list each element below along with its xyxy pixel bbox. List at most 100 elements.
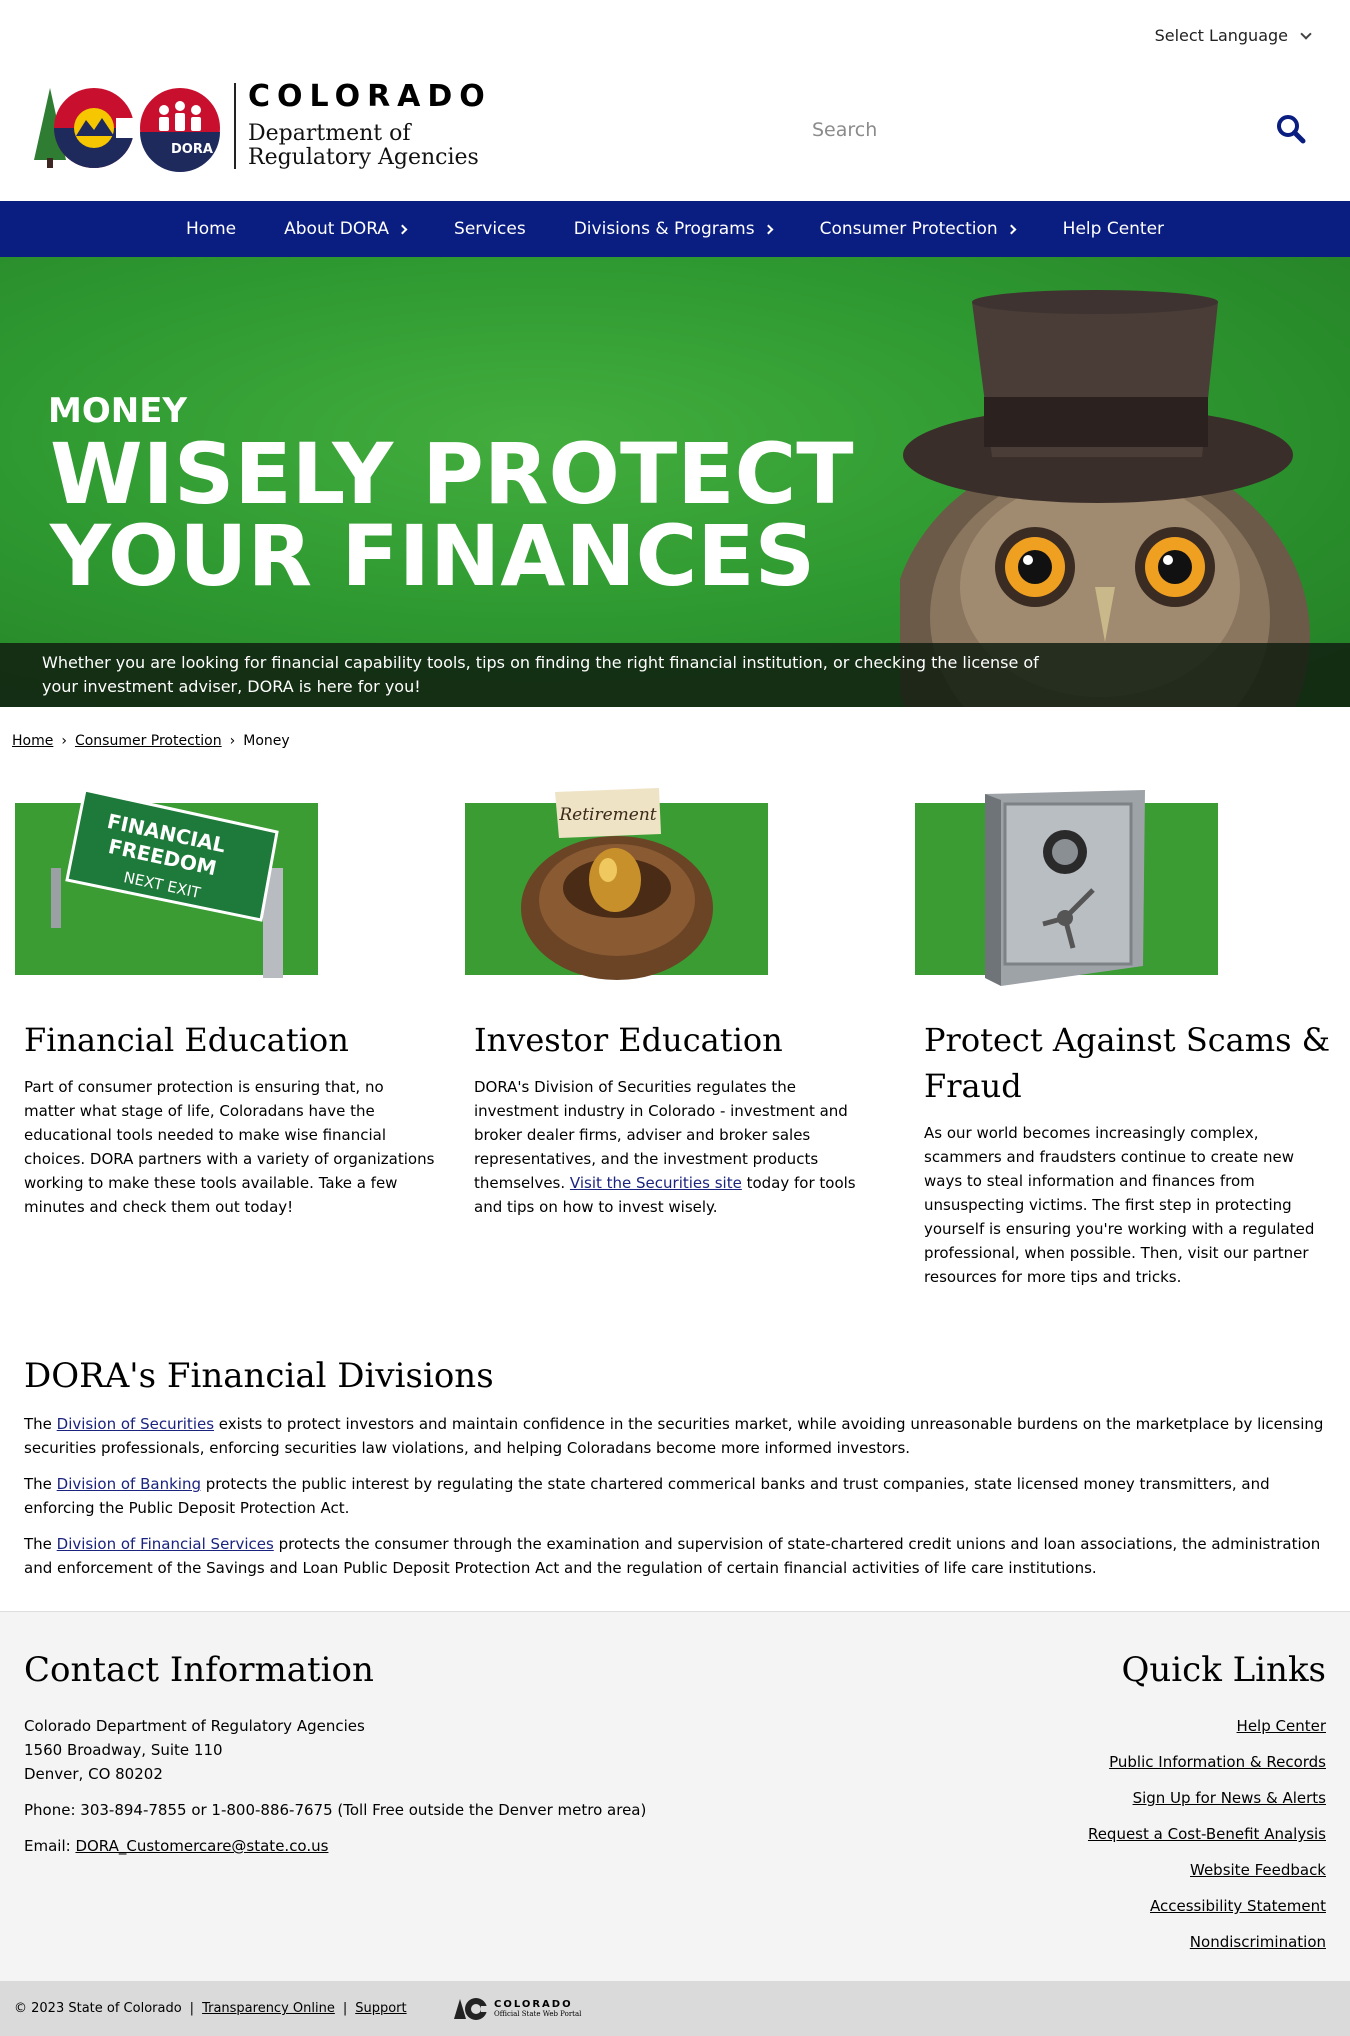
footer: Contact Information Colorado Department … [0,1611,1350,1981]
financial-freedom-sign-image: FINANCIAL FREEDOM NEXT EXIT [15,788,318,978]
division-paragraph: The Division of Financial Services prote… [24,1532,1324,1580]
contact-heading: Contact Information [24,1650,374,1690]
contact-phone: Phone: 303-894-7855 or 1-800-886-7675 (T… [24,1801,647,1819]
division-paragraph: The Division of Banking protects the pub… [24,1472,1324,1520]
search-input[interactable] [804,119,1264,141]
language-selector[interactable]: Select Language [1154,26,1312,45]
contact-street: 1560 Broadway, Suite 110 [24,1741,223,1759]
card-body: As our world becomes increasingly comple… [924,1124,1315,1286]
card-title: Protect Against Scams & Fraud [924,1021,1331,1105]
language-selector-label: Select Language [1154,26,1288,45]
card-title: Financial Education [24,1021,349,1059]
nav-item-services[interactable]: Services [430,201,550,257]
division-of-securities-link[interactable]: Division of Securities [57,1415,214,1433]
financial-divisions-section: DORA's Financial Divisions The Division … [24,1352,1324,1580]
quick-links-heading: Quick Links [1121,1650,1327,1690]
hero-title-line2: YOUR FINANCES [50,507,816,605]
nav-item-label: Divisions & Programs [573,219,755,239]
nondiscrimination-link[interactable]: Nondiscrimination [1190,1933,1326,1951]
email-label: Email: [24,1837,76,1855]
card-body: Part of consumer protection is ensuring … [24,1078,435,1216]
breadcrumb-consumer-protection-link[interactable]: Consumer Protection [75,733,222,749]
chevron-right-icon [763,224,774,234]
nav-item-divisions-programs[interactable]: Divisions & Programs [550,201,796,257]
contact-information: Contact Information Colorado Department … [24,1646,646,1858]
hero-title-line1: WISELY PROTECT [50,425,854,523]
contact-address: Colorado Department of Regulatory Agenci… [24,1714,646,1786]
nav-item-label: Home [185,219,237,239]
accessibility-statement-link[interactable]: Accessibility Statement [1150,1897,1326,1915]
search-button[interactable] [1276,114,1308,146]
list-item: Website Feedback [1088,1852,1326,1888]
card-body: DORA's Division of Securities regulates … [465,1075,885,1219]
list-item: Request a Cost-Benefit Analysis [1088,1816,1326,1852]
logo-text: COLORADO Department of Regulatory Agenci… [248,82,492,170]
chevron-right-icon [397,224,408,234]
breadcrumb: Home › Consumer Protection › Money [12,733,290,749]
separator: | [189,2001,195,2016]
news-alerts-link[interactable]: Sign Up for News & Alerts [1133,1789,1326,1807]
breadcrumb-home-link[interactable]: Home [12,733,53,749]
portal-line1: COLORADO [494,1999,573,2010]
list-item: Sign Up for News & Alerts [1088,1780,1326,1816]
contact-email-line: Email: DORA_Customercare@state.co.us [24,1834,646,1858]
website-feedback-link[interactable]: Website Feedback [1190,1861,1326,1879]
list-item: Nondiscrimination [1088,1924,1326,1960]
division-paragraph: The Division of Securities exists to pro… [24,1412,1324,1460]
logo-dept-line2: Regulatory Agencies [248,145,479,170]
copyright: © 2023 State of Colorado [14,2001,182,2016]
nav-item-home[interactable]: Home [162,201,260,257]
nav-item-about-dora[interactable]: About DORA [260,201,430,257]
safe-image [915,788,1218,986]
retirement-label: Retirement [558,805,656,825]
card-protect-against-scams: Protect Against Scams & Fraud As our wor… [915,788,1335,1289]
paragraph-text: The [24,1415,57,1433]
division-of-banking-link[interactable]: Division of Banking [57,1475,201,1493]
card-investor-education: Retirement Investor Education DORA's Div… [465,788,885,1219]
division-of-financial-services-link[interactable]: Division of Financial Services [57,1535,274,1553]
contact-city: Denver, CO 80202 [24,1765,163,1783]
separator: | [342,2001,348,2016]
logo-state-name: COLORADO [248,79,492,114]
card-title: Investor Education [474,1021,783,1059]
paragraph-text: The [24,1475,57,1493]
dora-logo[interactable]: DORA COLORADO Department of Regulatory A… [28,80,492,172]
cost-benefit-link[interactable]: Request a Cost-Benefit Analysis [1088,1825,1326,1843]
owl-with-top-hat-image [900,290,1310,707]
paragraph-text: The [24,1535,57,1553]
contact-org: Colorado Department of Regulatory Agenci… [24,1717,365,1735]
list-item: Accessibility Statement [1088,1888,1326,1924]
hero-title: WISELY PROTECT YOUR FINANCES [50,425,854,605]
list-item: Public Information & Records [1088,1744,1326,1780]
nav-item-label: Consumer Protection [819,219,998,239]
paragraph-text: protects the public interest by regulati… [24,1475,1270,1517]
chevron-down-icon [1300,27,1312,40]
list-item: Help Center [1088,1708,1326,1744]
retirement-nest-egg-image: Retirement [465,788,768,980]
logo-divider [234,83,236,169]
chevron-right-icon [1006,224,1017,234]
quick-links-list: Help Center Public Information & Records… [1088,1708,1326,1960]
search-icon [1277,115,1306,144]
paragraph-text: exists to protect investors and maintain… [24,1415,1324,1457]
nav-item-help-center[interactable]: Help Center [1039,201,1188,257]
main-nav: Home About DORA Services Divisions & Pro… [0,201,1350,257]
help-center-link[interactable]: Help Center [1237,1717,1326,1735]
nav-item-consumer-protection[interactable]: Consumer Protection [796,201,1039,257]
breadcrumb-separator: › [61,733,67,749]
transparency-online-link[interactable]: Transparency Online [202,2001,335,2016]
breadcrumb-current: Money [243,733,290,749]
nav-item-label: About DORA [284,219,390,239]
hero-banner: MONEY WISELY PROTECT YOUR FINANCES Wheth… [0,257,1350,707]
nav-item-label: Services [454,219,526,239]
bottom-bar: © 2023 State of Colorado | Transparency … [0,1981,1350,2036]
colorado-portal-logo[interactable]: COLORADO Official State Web Portal [454,1997,581,2021]
contact-email-link[interactable]: DORA_Customercare@state.co.us [75,1837,328,1855]
card-financial-education: FINANCIAL FREEDOM NEXT EXIT Financial Ed… [15,788,435,1219]
breadcrumb-separator: › [229,733,236,749]
nav-item-label: Help Center [1062,219,1165,239]
public-information-link[interactable]: Public Information & Records [1109,1753,1326,1771]
securities-site-link[interactable]: Visit the Securities site [570,1174,742,1192]
support-link[interactable]: Support [355,2001,406,2016]
section-heading: DORA's Financial Divisions [24,1356,494,1396]
